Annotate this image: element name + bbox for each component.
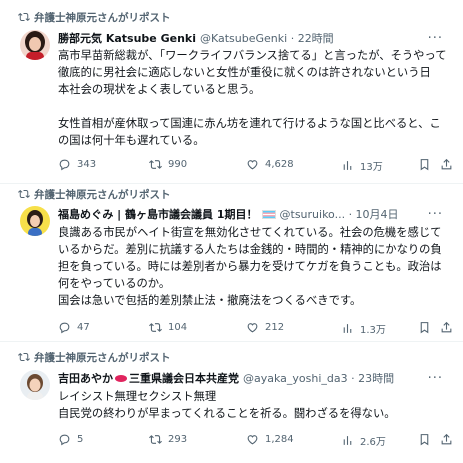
lips-icon: [115, 374, 127, 382]
reply-button[interactable]: 343: [58, 158, 96, 171]
tweet-text: 高市早苗新総裁が、「ワークライフバランス捨てる」と言ったが、そうやって 徹底的に…: [58, 47, 450, 149]
views-count: 1.3万: [360, 325, 386, 336]
reply-icon: [59, 322, 70, 334]
repost-icon: [18, 12, 30, 22]
reply-count: 5: [77, 434, 84, 445]
views-count: 13万: [360, 162, 383, 173]
more-icon[interactable]: ···: [428, 31, 443, 46]
tweet[interactable]: 弁護士神原元さんがリポスト 勝部元気 Katsube Genki @Katsub…: [0, 0, 463, 184]
more-icon[interactable]: ···: [428, 207, 443, 222]
repost-indicator[interactable]: 弁護士神原元さんがリポスト: [18, 10, 171, 24]
tweet-header: 福島めぐみ | 鶴ヶ島市議会議員 1期目！ @tsuruiko... · 10月…: [58, 206, 453, 222]
tweet-line: の国は何十年も遅れている。: [58, 134, 205, 147]
views-button[interactable]: 1.3万: [341, 321, 386, 336]
tweet-line: 何をやっているのか。: [58, 277, 171, 290]
repost-icon: [149, 323, 162, 332]
tweet-text: 良識ある市民がヘイト街宣を無効化させてくれている。社会の危機を感じて いるからだ…: [58, 224, 450, 309]
author-handle[interactable]: @tsuruiko... · 10月4日: [280, 206, 399, 222]
tweet-line: 自民党の終わりが早まってくれることを祈る。闘わざるを得ない。: [58, 407, 396, 420]
repost-label: 弁護士神原元さんがリポスト: [34, 351, 171, 364]
avatar[interactable]: [20, 370, 50, 400]
reply-icon: [59, 434, 70, 446]
reply-count: 47: [77, 322, 90, 333]
tweet-line: 女性首相が産休取って国連に赤ん坊を連れて行けるような国と比べると、こ: [58, 117, 441, 130]
flag-icon: [261, 209, 276, 219]
repost-icon: [149, 160, 162, 169]
like-count: 1,284: [265, 434, 294, 445]
tweet-line: 担を負っている。時には差別者から暴力を受けてケガを負うことも。政治は: [58, 260, 442, 273]
views-button[interactable]: 13万: [341, 158, 383, 173]
more-icon[interactable]: ···: [428, 371, 443, 386]
repost-count: 104: [168, 322, 188, 333]
reply-count: 343: [77, 159, 97, 170]
repost-button[interactable]: 104: [149, 321, 187, 334]
like-count: 4,628: [265, 159, 294, 170]
author-name-suffix[interactable]: 三重県議会日本共産党: [129, 370, 239, 386]
repost-button[interactable]: 293: [149, 433, 187, 446]
tweet-line: レイシスト無理セクシスト無理: [58, 390, 217, 403]
author-handle[interactable]: @ayaka_yoshi_da3 · 23時間: [243, 370, 394, 386]
author-name[interactable]: 吉田あやか: [58, 370, 113, 386]
action-bar: 5 293 1,284 2.6万: [58, 433, 453, 449]
author-name[interactable]: 勝部元気 Katsube Genki: [58, 30, 196, 46]
like-button[interactable]: 4,628: [246, 158, 294, 171]
bookmark-icon[interactable]: [418, 158, 431, 174]
repost-indicator[interactable]: 弁護士神原元さんがリポスト: [18, 350, 171, 364]
tweet-header: 勝部元気 Katsube Genki @KatsubeGenki · 22時間 …: [58, 30, 453, 46]
tweet[interactable]: 弁護士神原元さんがリポスト 福島めぐみ | 鶴ヶ島市議会議員 1期目！ @tsu…: [0, 184, 463, 342]
repost-button[interactable]: 990: [149, 158, 187, 171]
tweet-line: [58, 98, 450, 115]
action-bar: 343 990 4,628 13万: [58, 158, 453, 174]
views-icon: [343, 324, 352, 333]
views-icon: [343, 161, 352, 170]
repost-count: 293: [168, 434, 188, 445]
tweet-header: 吉田あやか 三重県議会日本共産党 @ayaka_yoshi_da3 · 23時間…: [58, 370, 453, 386]
reply-icon: [59, 159, 70, 171]
repost-count: 990: [168, 159, 188, 170]
reply-button[interactable]: 5: [58, 433, 83, 446]
repost-icon: [149, 435, 162, 444]
repost-icon: [18, 352, 30, 362]
views-icon: [343, 436, 352, 445]
views-count: 2.6万: [360, 437, 386, 448]
tweet-line: 本社会の現状をよく表していると思う。: [58, 83, 261, 96]
repost-label: 弁護士神原元さんがリポスト: [34, 188, 171, 201]
like-button[interactable]: 212: [246, 321, 284, 334]
share-icon[interactable]: [440, 321, 453, 337]
tweet-line: 良識ある市民がヘイト街宣を無効化させてくれている。社会の危機を感じて: [58, 226, 442, 239]
tweet-line: 国会は急いで包括的差別禁止法・撤廃法をつくるべきです。: [58, 294, 362, 307]
tweet[interactable]: 弁護士神原元さんがリポスト 吉田あやか 三重県議会日本共産党 @ayaka_yo…: [0, 342, 463, 463]
author-handle[interactable]: @KatsubeGenki · 22時間: [200, 30, 334, 46]
repost-indicator[interactable]: 弁護士神原元さんがリポスト: [18, 187, 171, 201]
reply-button[interactable]: 47: [58, 321, 90, 334]
avatar[interactable]: [20, 30, 50, 60]
repost-label: 弁護士神原元さんがリポスト: [34, 11, 171, 24]
action-bar: 47 104 212 1.3万: [58, 321, 453, 337]
tweet-line: いるからだ。差別に抗議する人たちは金銭的・時間的・精神的にかなりの負: [58, 243, 442, 256]
bookmark-icon[interactable]: [418, 321, 431, 337]
heart-icon: [247, 323, 258, 333]
like-button[interactable]: 1,284: [246, 433, 294, 446]
repost-icon: [18, 189, 30, 199]
author-name[interactable]: 福島めぐみ | 鶴ヶ島市議会議員 1期目！: [58, 206, 258, 222]
share-icon[interactable]: [440, 158, 453, 174]
bookmark-icon[interactable]: [418, 433, 431, 449]
tweet-line: 高市早苗新総裁が、「ワークライフバランス捨てる」と言ったが、そうやって: [58, 49, 447, 62]
views-button[interactable]: 2.6万: [341, 433, 386, 448]
tweet-text: レイシスト無理セクシスト無理 自民党の終わりが早まってくれることを祈る。闘わざる…: [58, 388, 450, 422]
heart-icon: [247, 435, 258, 445]
heart-icon: [247, 160, 258, 170]
share-icon[interactable]: [440, 433, 453, 449]
avatar[interactable]: [20, 206, 50, 236]
tweet-line: 徹底的に男社会に適応しないと女性が重役に就くのは許されないという日: [58, 66, 431, 79]
like-count: 212: [265, 322, 285, 333]
